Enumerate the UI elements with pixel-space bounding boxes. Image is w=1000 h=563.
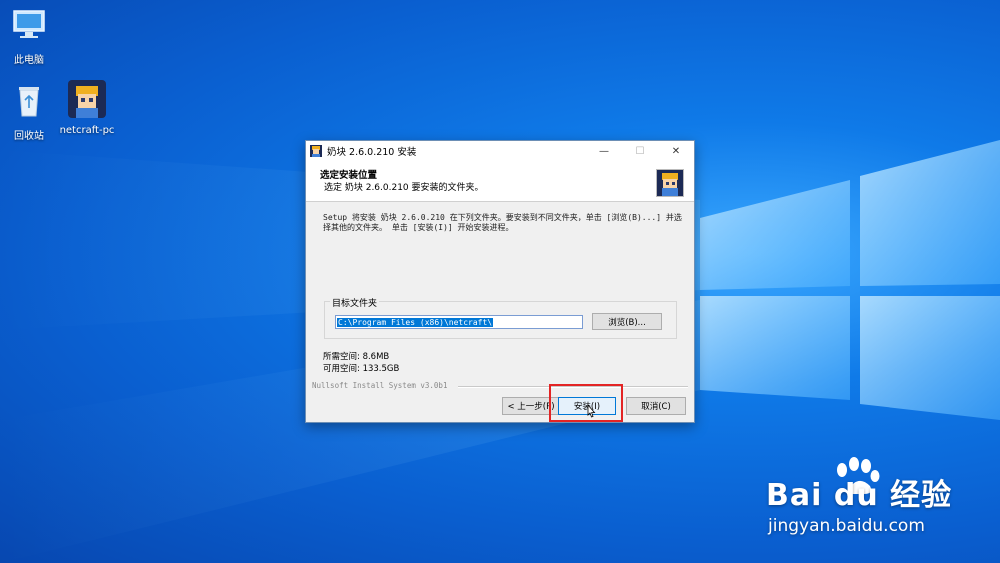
mouse-pointer-icon — [587, 404, 596, 418]
desktop-icon-netcraft[interactable]: netcraft-pc — [52, 80, 122, 136]
desktop-icon-label: netcraft-pc — [59, 125, 115, 136]
netcraft-app-icon — [68, 80, 106, 118]
desktop-icon-label: 此电脑 — [14, 55, 44, 66]
close-button[interactable]: ✕ — [658, 141, 694, 161]
installer-window: 奶块 2.6.0.210 安装 — ☐ ✕ 选定安装位置 选定 奶块 2.6.0… — [305, 140, 695, 423]
maximize-button: ☐ — [635, 145, 645, 157]
install-path-input[interactable]: C:\Program Files (x86)\netcraft\ — [335, 315, 583, 329]
nsis-branding: Nullsoft Install System v3.0b1 — [312, 381, 448, 390]
baidu-url-text: jingyan.baidu.com — [768, 516, 925, 536]
page-title: 选定安装位置 — [320, 170, 378, 181]
space-available: 可用空间: 133.5GB — [323, 364, 400, 374]
page-subtitle: 选定 奶块 2.6.0.210 要安装的文件夹。 — [324, 183, 484, 193]
install-description: Setup 将安装 奶块 2.6.0.210 在下列文件夹。要安装到不同文件夹，… — [323, 213, 682, 232]
cancel-button[interactable]: 取消(C) — [626, 397, 686, 415]
recycle-bin-icon — [19, 87, 39, 117]
destination-group-label: 目标文件夹 — [330, 296, 380, 309]
minimize-button[interactable]: — — [586, 141, 622, 161]
space-required: 所需空间: 8.6MB — [323, 352, 390, 362]
netcraft-header-icon — [656, 169, 684, 197]
title-bar[interactable]: 奶块 2.6.0.210 安装 — ☐ ✕ — [306, 141, 694, 161]
window-title: 奶块 2.6.0.210 安装 — [327, 147, 417, 158]
page-header: 选定安装位置 选定 奶块 2.6.0.210 要安装的文件夹。 — [306, 161, 694, 202]
browse-button[interactable]: 浏览(B)... — [592, 313, 662, 330]
computer-icon — [13, 10, 45, 38]
desktop-icon-this-pc[interactable]: 此电脑 — [0, 6, 64, 66]
app-icon — [310, 145, 322, 157]
install-path-value: C:\Program Files (x86)\netcraft\ — [337, 317, 494, 327]
baidu-brand-text: Bai du 经验 — [766, 478, 953, 513]
